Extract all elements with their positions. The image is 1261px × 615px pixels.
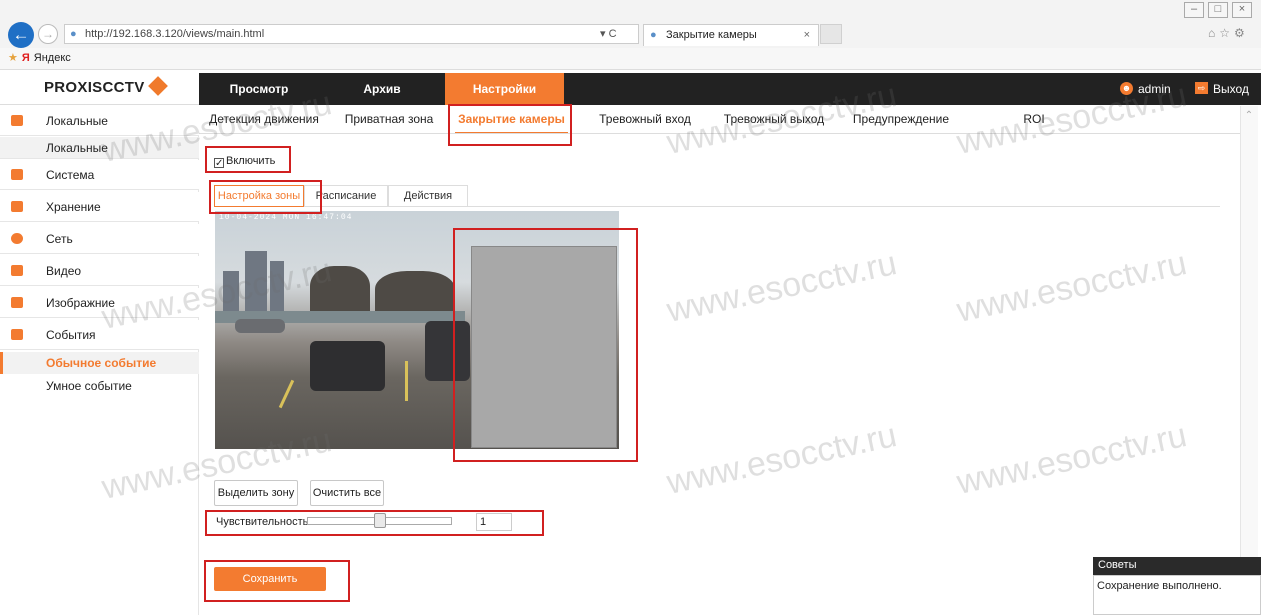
exit-link[interactable]: Выход	[1213, 73, 1249, 105]
window-controls: – □ ×	[1184, 2, 1261, 18]
tips-title: Советы	[1093, 557, 1261, 575]
sidebar-item-storage[interactable]: Хранение	[0, 192, 199, 222]
monitor-icon	[11, 115, 23, 126]
back-arrow-icon[interactable]: ←	[8, 22, 34, 48]
sidebar-subitem-smart-event[interactable]: Умное событие	[0, 375, 199, 397]
sidebar-item-label: Хранение	[46, 200, 101, 214]
trees	[375, 271, 455, 316]
watermark: www.esocctv.ru	[663, 244, 900, 330]
browser-tools-icons[interactable]: ⌂☆⚙	[1208, 26, 1261, 44]
watermark: www.esocctv.ru	[953, 416, 1190, 502]
sidebar-item-label: Видео	[46, 264, 82, 278]
sidebar-item-label: Локальные	[46, 114, 108, 128]
sidebar-item-label: События	[46, 328, 96, 342]
scroll-up-icon[interactable]: ⌃	[1240, 110, 1258, 124]
steps-divider	[468, 206, 1220, 207]
sidebar-item-label: Система	[46, 168, 95, 182]
close-tab-icon[interactable]: ×	[804, 25, 810, 45]
sidebar-item-label: Сеть	[46, 232, 73, 246]
globe-icon: ●	[70, 28, 77, 40]
refresh-icon[interactable]: ▾ C	[600, 24, 640, 44]
forward-arrow-icon[interactable]: →	[38, 24, 58, 44]
network-globe-icon	[11, 233, 23, 244]
watermark: www.esocctv.ru	[663, 416, 900, 502]
parking-line	[405, 361, 408, 401]
car	[235, 319, 285, 333]
minimize-icon[interactable]: –	[1184, 2, 1204, 18]
scrollbar[interactable]	[1240, 106, 1258, 615]
address-url: http://192.168.3.120/views/main.html	[85, 28, 265, 40]
yandex-logo-icon: Я	[21, 52, 30, 64]
events-icon	[11, 329, 23, 340]
maximize-icon[interactable]: □	[1208, 2, 1228, 18]
address-bar[interactable]: ● http://192.168.3.120/views/main.html	[64, 24, 639, 44]
step-actions[interactable]: Действия	[388, 185, 468, 207]
favorite-yandex-link[interactable]: Яндекс	[34, 52, 71, 64]
storage-icon	[11, 201, 23, 212]
sidebar-item-system[interactable]: Система	[0, 160, 199, 190]
tab-privacy-zone[interactable]: Приватная зона	[339, 106, 439, 134]
new-tab-button[interactable]	[820, 24, 842, 44]
brand-logo-text: PROXISCCTV	[44, 79, 145, 96]
exit-icon[interactable]: ⇨	[1195, 82, 1208, 94]
sidebar-subitem-normal-event[interactable]: Обычное событие	[0, 352, 199, 374]
logo-diamond-icon	[147, 76, 168, 96]
highlight-zone-rectangle	[453, 228, 638, 462]
image-icon	[11, 297, 23, 308]
highlight-zone-step	[209, 180, 322, 214]
system-icon	[11, 169, 23, 180]
highlight-save	[204, 560, 350, 602]
highlight-sensitivity	[205, 510, 544, 536]
video-icon	[11, 265, 23, 276]
highlight-tamper-tab	[448, 104, 572, 146]
sidebar-item-network[interactable]: Сеть	[0, 224, 199, 254]
sidebar-item-video[interactable]: Видео	[0, 256, 199, 286]
globe-icon: ●	[650, 29, 657, 41]
highlight-enable	[205, 146, 291, 173]
select-zone-button[interactable]: Выделить зону	[214, 480, 298, 506]
close-window-icon[interactable]: ×	[1232, 2, 1252, 18]
tips-message: Сохранение выполнено.	[1093, 575, 1261, 615]
browser-tab[interactable]: ● Закрытие камеры ×	[643, 24, 819, 46]
car	[310, 341, 385, 391]
parking-line	[278, 379, 295, 409]
brand-logo: PROXISCCTV	[44, 76, 168, 96]
clear-all-button[interactable]: Очистить все	[310, 480, 384, 506]
favorites-bar: ★ Я Яндекс	[0, 48, 1261, 70]
favorites-star-icon[interactable]: ★	[8, 52, 18, 64]
browser-tab-title: Закрытие камеры	[666, 29, 757, 41]
camera-timestamp: 10-04-2024 MON 16:47:04	[219, 213, 353, 222]
watermark: www.esocctv.ru	[953, 244, 1190, 330]
nav-settings[interactable]: Настройки	[445, 73, 564, 105]
nav-archive[interactable]: Архив	[322, 73, 442, 105]
